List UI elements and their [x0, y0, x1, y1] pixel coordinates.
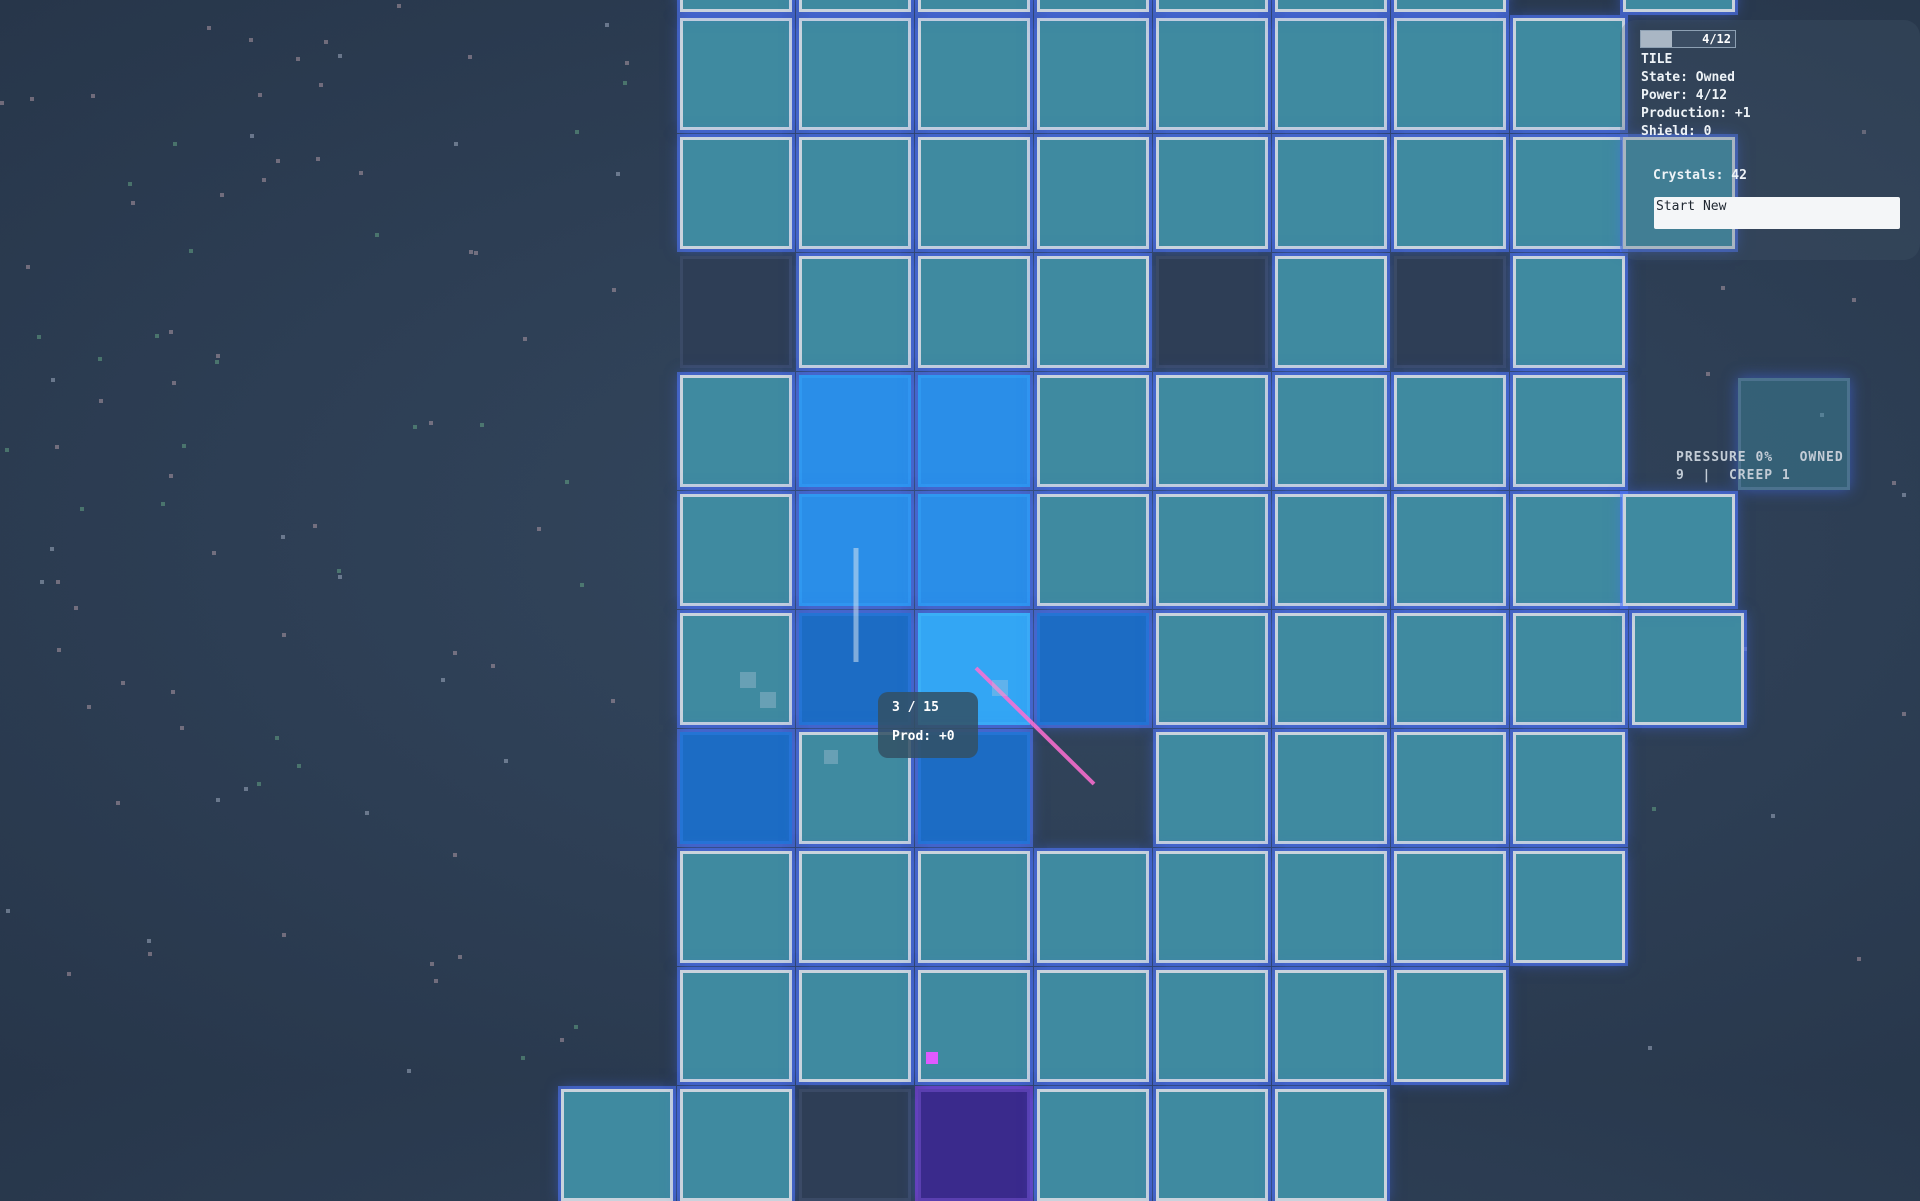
board-tile[interactable]	[1391, 729, 1509, 847]
board-tile[interactable]	[1510, 491, 1628, 609]
board-tile[interactable]	[1272, 134, 1390, 252]
board-tile[interactable]	[1510, 372, 1628, 490]
board-tile[interactable]	[1153, 372, 1271, 490]
board-tile[interactable]	[1391, 0, 1509, 15]
board-tile[interactable]	[1391, 372, 1509, 490]
board-tile[interactable]	[1034, 610, 1152, 728]
board-tile[interactable]	[1272, 491, 1390, 609]
board-tile[interactable]	[677, 848, 795, 966]
board-tile[interactable]	[1153, 610, 1271, 728]
board-tile[interactable]	[1510, 253, 1628, 371]
board-tile[interactable]	[1272, 967, 1390, 1085]
board-tile[interactable]	[915, 848, 1033, 966]
board-tile[interactable]	[1510, 729, 1628, 847]
board-tile[interactable]	[1272, 0, 1390, 15]
board-tile[interactable]	[1510, 134, 1628, 252]
board-tile[interactable]	[915, 253, 1033, 371]
tooltip-power-count: 3 / 15	[892, 700, 939, 715]
tile-state: State: Owned	[1641, 70, 1735, 85]
board-tile[interactable]	[1034, 1086, 1152, 1201]
tile-production: Production: +1	[1641, 106, 1751, 121]
start-new-label: Start New	[1656, 199, 1727, 214]
board-tile[interactable]	[1391, 15, 1509, 133]
board-tile[interactable]	[915, 372, 1033, 490]
board-tile[interactable]	[796, 15, 914, 133]
board-tile[interactable]	[1391, 134, 1509, 252]
board-tile[interactable]	[796, 848, 914, 966]
board-tile[interactable]	[1391, 491, 1509, 609]
tile-tooltip: 3 / 15 Prod: +0	[878, 692, 978, 758]
tile-title: TILE	[1641, 52, 1673, 67]
tooltip-production: Prod: +0	[892, 729, 955, 744]
start-new-button[interactable]: Start New	[1654, 197, 1900, 229]
board-tile[interactable]	[677, 1086, 795, 1201]
board-tile[interactable]	[1034, 253, 1152, 371]
empty-tile[interactable]	[799, 1089, 911, 1201]
board-tile[interactable]	[1391, 967, 1509, 1085]
board-tile[interactable]	[1272, 848, 1390, 966]
board-tile[interactable]	[1153, 0, 1271, 15]
board-tile[interactable]	[796, 372, 914, 490]
creep-tile[interactable]	[915, 1086, 1033, 1201]
board-tile[interactable]	[677, 0, 795, 15]
board-tile[interactable]	[796, 134, 914, 252]
board-tile[interactable]	[1272, 253, 1390, 371]
board-tile[interactable]	[1153, 15, 1271, 133]
board-tile[interactable]	[1391, 610, 1509, 728]
board-tile[interactable]	[1153, 729, 1271, 847]
board-tile[interactable]	[677, 967, 795, 1085]
board-tile[interactable]	[796, 0, 914, 15]
board-tile[interactable]	[796, 491, 914, 609]
board-tile[interactable]	[1034, 967, 1152, 1085]
board-tile[interactable]	[1272, 15, 1390, 133]
status-pressure-owned: PRESSURE 0% OWNED	[1676, 450, 1844, 465]
board-tile[interactable]	[677, 134, 795, 252]
board-tile[interactable]	[915, 134, 1033, 252]
board-tile[interactable]	[1272, 372, 1390, 490]
board-tile[interactable]	[558, 1086, 676, 1201]
board-tile[interactable]	[915, 491, 1033, 609]
board-tile[interactable]	[1153, 134, 1271, 252]
board-tile[interactable]	[1391, 848, 1509, 966]
board-tile[interactable]	[1272, 610, 1390, 728]
board-tile[interactable]	[1034, 0, 1152, 15]
power-bar: 4/12	[1640, 30, 1736, 48]
board-tile[interactable]	[915, 15, 1033, 133]
board-tile[interactable]	[1153, 1086, 1271, 1201]
board-tile[interactable]	[677, 15, 795, 133]
board-tile[interactable]	[1510, 848, 1628, 966]
board-tile[interactable]	[677, 610, 795, 728]
board-tile[interactable]	[677, 491, 795, 609]
board-tile[interactable]	[915, 967, 1033, 1085]
board-tile[interactable]	[1510, 15, 1628, 133]
board-tile[interactable]	[1153, 848, 1271, 966]
board-tile[interactable]	[915, 0, 1033, 15]
empty-tile[interactable]	[1394, 256, 1506, 368]
power-bar-text: 4/12	[1702, 32, 1731, 46]
board-tile[interactable]	[1620, 491, 1738, 609]
board-tile[interactable]	[677, 372, 795, 490]
board-tile[interactable]	[1034, 848, 1152, 966]
board-tile[interactable]	[1510, 610, 1628, 728]
empty-tile[interactable]	[1156, 256, 1268, 368]
board-tile[interactable]	[1153, 967, 1271, 1085]
board-tile[interactable]	[796, 967, 914, 1085]
board-tile[interactable]	[677, 729, 795, 847]
board-tile[interactable]	[1272, 729, 1390, 847]
empty-tile[interactable]	[680, 256, 792, 368]
board-tile[interactable]	[1034, 15, 1152, 133]
board-tile[interactable]	[1034, 491, 1152, 609]
board-tile[interactable]	[1620, 0, 1738, 15]
board-tile[interactable]	[1034, 134, 1152, 252]
board-tile[interactable]	[1629, 610, 1747, 728]
status-creep: 9 | CREEP 1	[1676, 468, 1791, 483]
tile-power: Power: 4/12	[1641, 88, 1728, 103]
board-tile[interactable]	[1153, 491, 1271, 609]
board-tile[interactable]	[1272, 1086, 1390, 1201]
board-tile[interactable]	[796, 253, 914, 371]
tile-shield: Shield: 0	[1641, 124, 1712, 139]
crystals-count: Crystals: 42	[1653, 168, 1747, 183]
board-tile[interactable]	[1034, 372, 1152, 490]
